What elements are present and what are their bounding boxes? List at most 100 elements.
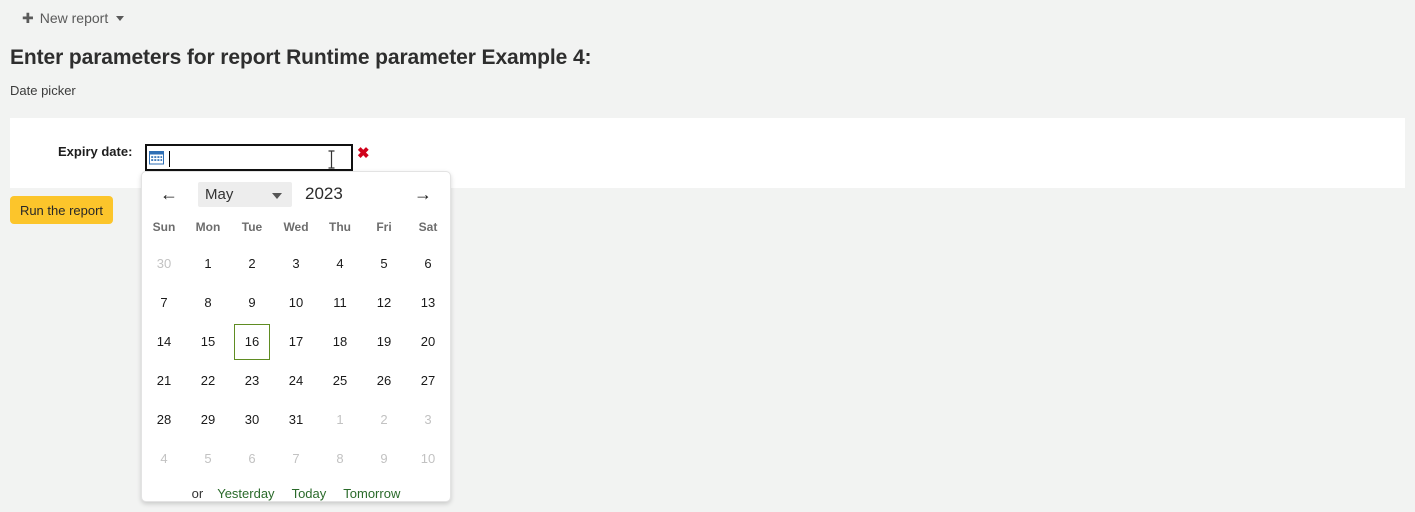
weekday-fri: Fri — [376, 220, 392, 234]
calendar-day-number: 8 — [336, 451, 344, 466]
calendar-day-number: 14 — [156, 334, 172, 349]
weekday-sat: Sat — [418, 220, 438, 234]
weekday-thu: Thu — [329, 220, 351, 234]
page-subtitle: Date picker — [10, 83, 76, 98]
calendar-day-number: 3 — [292, 256, 300, 271]
calendar-day-number: 1 — [336, 412, 344, 427]
calendar-day[interactable]: 30 — [230, 400, 274, 439]
calendar-day[interactable]: 5 — [362, 244, 406, 283]
calendar-day[interactable]: 25 — [318, 361, 362, 400]
next-month-arrow-icon[interactable]: → — [410, 181, 436, 207]
calendar-day-number: 18 — [332, 334, 348, 349]
tomorrow-link[interactable]: Tomorrow — [343, 486, 400, 501]
calendar-day-number: 4 — [160, 451, 168, 466]
calendar-day-number: 13 — [420, 295, 436, 310]
expiry-date-input-wrapper[interactable] — [145, 144, 353, 171]
page-title: Enter parameters for report Runtime para… — [10, 46, 592, 69]
weekday-tue: Tue — [241, 220, 263, 234]
calendar-day-number: 10 — [420, 451, 436, 466]
calendar-day[interactable]: 12 — [362, 283, 406, 322]
calendar-day-number: 15 — [200, 334, 216, 349]
calendar-day-number: 24 — [288, 373, 304, 388]
calendar-day-number: 2 — [380, 412, 388, 427]
calendar-day-number: 9 — [248, 295, 256, 310]
calendar-day: 3 — [406, 400, 450, 439]
month-select-wrapper[interactable]: JanuaryFebruaryMarchAprilMayJuneJulyAugu… — [182, 181, 292, 207]
or-label: or — [191, 486, 204, 501]
calendar-day-number: 9 — [380, 451, 388, 466]
calendar-day-today[interactable]: 16 — [230, 322, 274, 361]
calendar-day-number: 27 — [420, 373, 436, 388]
calendar-day-number: 30 — [244, 412, 260, 427]
datepicker-header: ← JanuaryFebruaryMarchAprilMayJuneJulyAu… — [142, 172, 450, 216]
calendar-day[interactable]: 24 — [274, 361, 318, 400]
calendar-day-number: 4 — [336, 256, 344, 271]
prev-month-arrow-icon[interactable]: ← — [156, 181, 182, 207]
calendar-week-row: 4 5 6 7 8 9 10 — [142, 439, 450, 478]
calendar-day-number: 6 — [424, 256, 432, 271]
calendar-day-number: 10 — [288, 295, 304, 310]
calendar-day-number: 17 — [288, 334, 304, 349]
calendar-day[interactable]: 8 — [186, 283, 230, 322]
calendar-day-number: 6 — [248, 451, 256, 466]
calendar-day-number: 16 — [234, 323, 270, 360]
calendar-day[interactable]: 2 — [230, 244, 274, 283]
calendar-day[interactable]: 15 — [186, 322, 230, 361]
calendar-day-number: 8 — [204, 295, 212, 310]
calendar-day-number: 22 — [200, 373, 216, 388]
weekday-mon: Mon — [195, 220, 221, 234]
calendar-icon[interactable] — [149, 150, 164, 165]
calendar-day[interactable]: 28 — [142, 400, 186, 439]
calendar-day[interactable]: 11 — [318, 283, 362, 322]
calendar-day[interactable]: 31 — [274, 400, 318, 439]
weekday-header-row: Sun Mon Tue Wed Thu Fri Sat — [142, 216, 450, 244]
calendar-day[interactable]: 4 — [318, 244, 362, 283]
weekday-wed: Wed — [283, 220, 309, 234]
calendar-day[interactable]: 9 — [230, 283, 274, 322]
yesterday-link[interactable]: Yesterday — [217, 486, 274, 501]
calendar-day-number: 1 — [204, 256, 212, 271]
calendar-day[interactable]: 3 — [274, 244, 318, 283]
year-label: 2023 — [305, 184, 343, 203]
expiry-date-label: Expiry date: — [58, 144, 133, 159]
calendar-day-number: 28 — [156, 412, 172, 427]
month-select[interactable]: JanuaryFebruaryMarchAprilMayJuneJulyAugu… — [198, 181, 292, 207]
calendar-day[interactable]: 26 — [362, 361, 406, 400]
calendar-day-number: 7 — [292, 451, 300, 466]
calendar-day: 5 — [186, 439, 230, 478]
calendar-grid: Sun Mon Tue Wed Thu Fri Sat 30 1 2 3 4 5 6 7 8 9 10 11 12 1… — [142, 216, 450, 478]
calendar-day[interactable]: 18 — [318, 322, 362, 361]
calendar-day-number: 30 — [156, 256, 172, 271]
calendar-day[interactable]: 20 — [406, 322, 450, 361]
today-link[interactable]: Today — [292, 486, 327, 501]
calendar-day-number: 23 — [244, 373, 260, 388]
calendar-day: 6 — [230, 439, 274, 478]
calendar-day-number: 5 — [380, 256, 388, 271]
calendar-day[interactable]: 29 — [186, 400, 230, 439]
plus-icon: ✚ — [22, 10, 34, 26]
expiry-date-input[interactable] — [167, 147, 351, 168]
calendar-day[interactable]: 21 — [142, 361, 186, 400]
calendar-day[interactable]: 22 — [186, 361, 230, 400]
top-bar: ✚ New report — [0, 0, 1415, 38]
calendar-day[interactable]: 23 — [230, 361, 274, 400]
calendar-day[interactable]: 6 — [406, 244, 450, 283]
calendar-day[interactable]: 17 — [274, 322, 318, 361]
calendar-day-number: 5 — [204, 451, 212, 466]
calendar-day-number: 12 — [376, 295, 392, 310]
new-report-dropdown[interactable]: ✚ New report — [22, 10, 125, 26]
calendar-week-row: 28 29 30 31 1 2 3 — [142, 400, 450, 439]
calendar-day-number: 31 — [288, 412, 304, 427]
calendar-day[interactable]: 27 — [406, 361, 450, 400]
calendar-day[interactable]: 14 — [142, 322, 186, 361]
calendar-day[interactable]: 10 — [274, 283, 318, 322]
calendar-day[interactable]: 13 — [406, 283, 450, 322]
run-the-report-button[interactable]: Run the report — [10, 196, 113, 224]
calendar-day[interactable]: 19 — [362, 322, 406, 361]
calendar-day: 4 — [142, 439, 186, 478]
calendar-week-row: 7 8 9 10 11 12 13 — [142, 283, 450, 322]
calendar-day[interactable]: 7 — [142, 283, 186, 322]
calendar-day[interactable]: 1 — [186, 244, 230, 283]
calendar-day-number: 3 — [424, 412, 432, 427]
clear-date-button[interactable]: ✖ — [357, 146, 370, 161]
